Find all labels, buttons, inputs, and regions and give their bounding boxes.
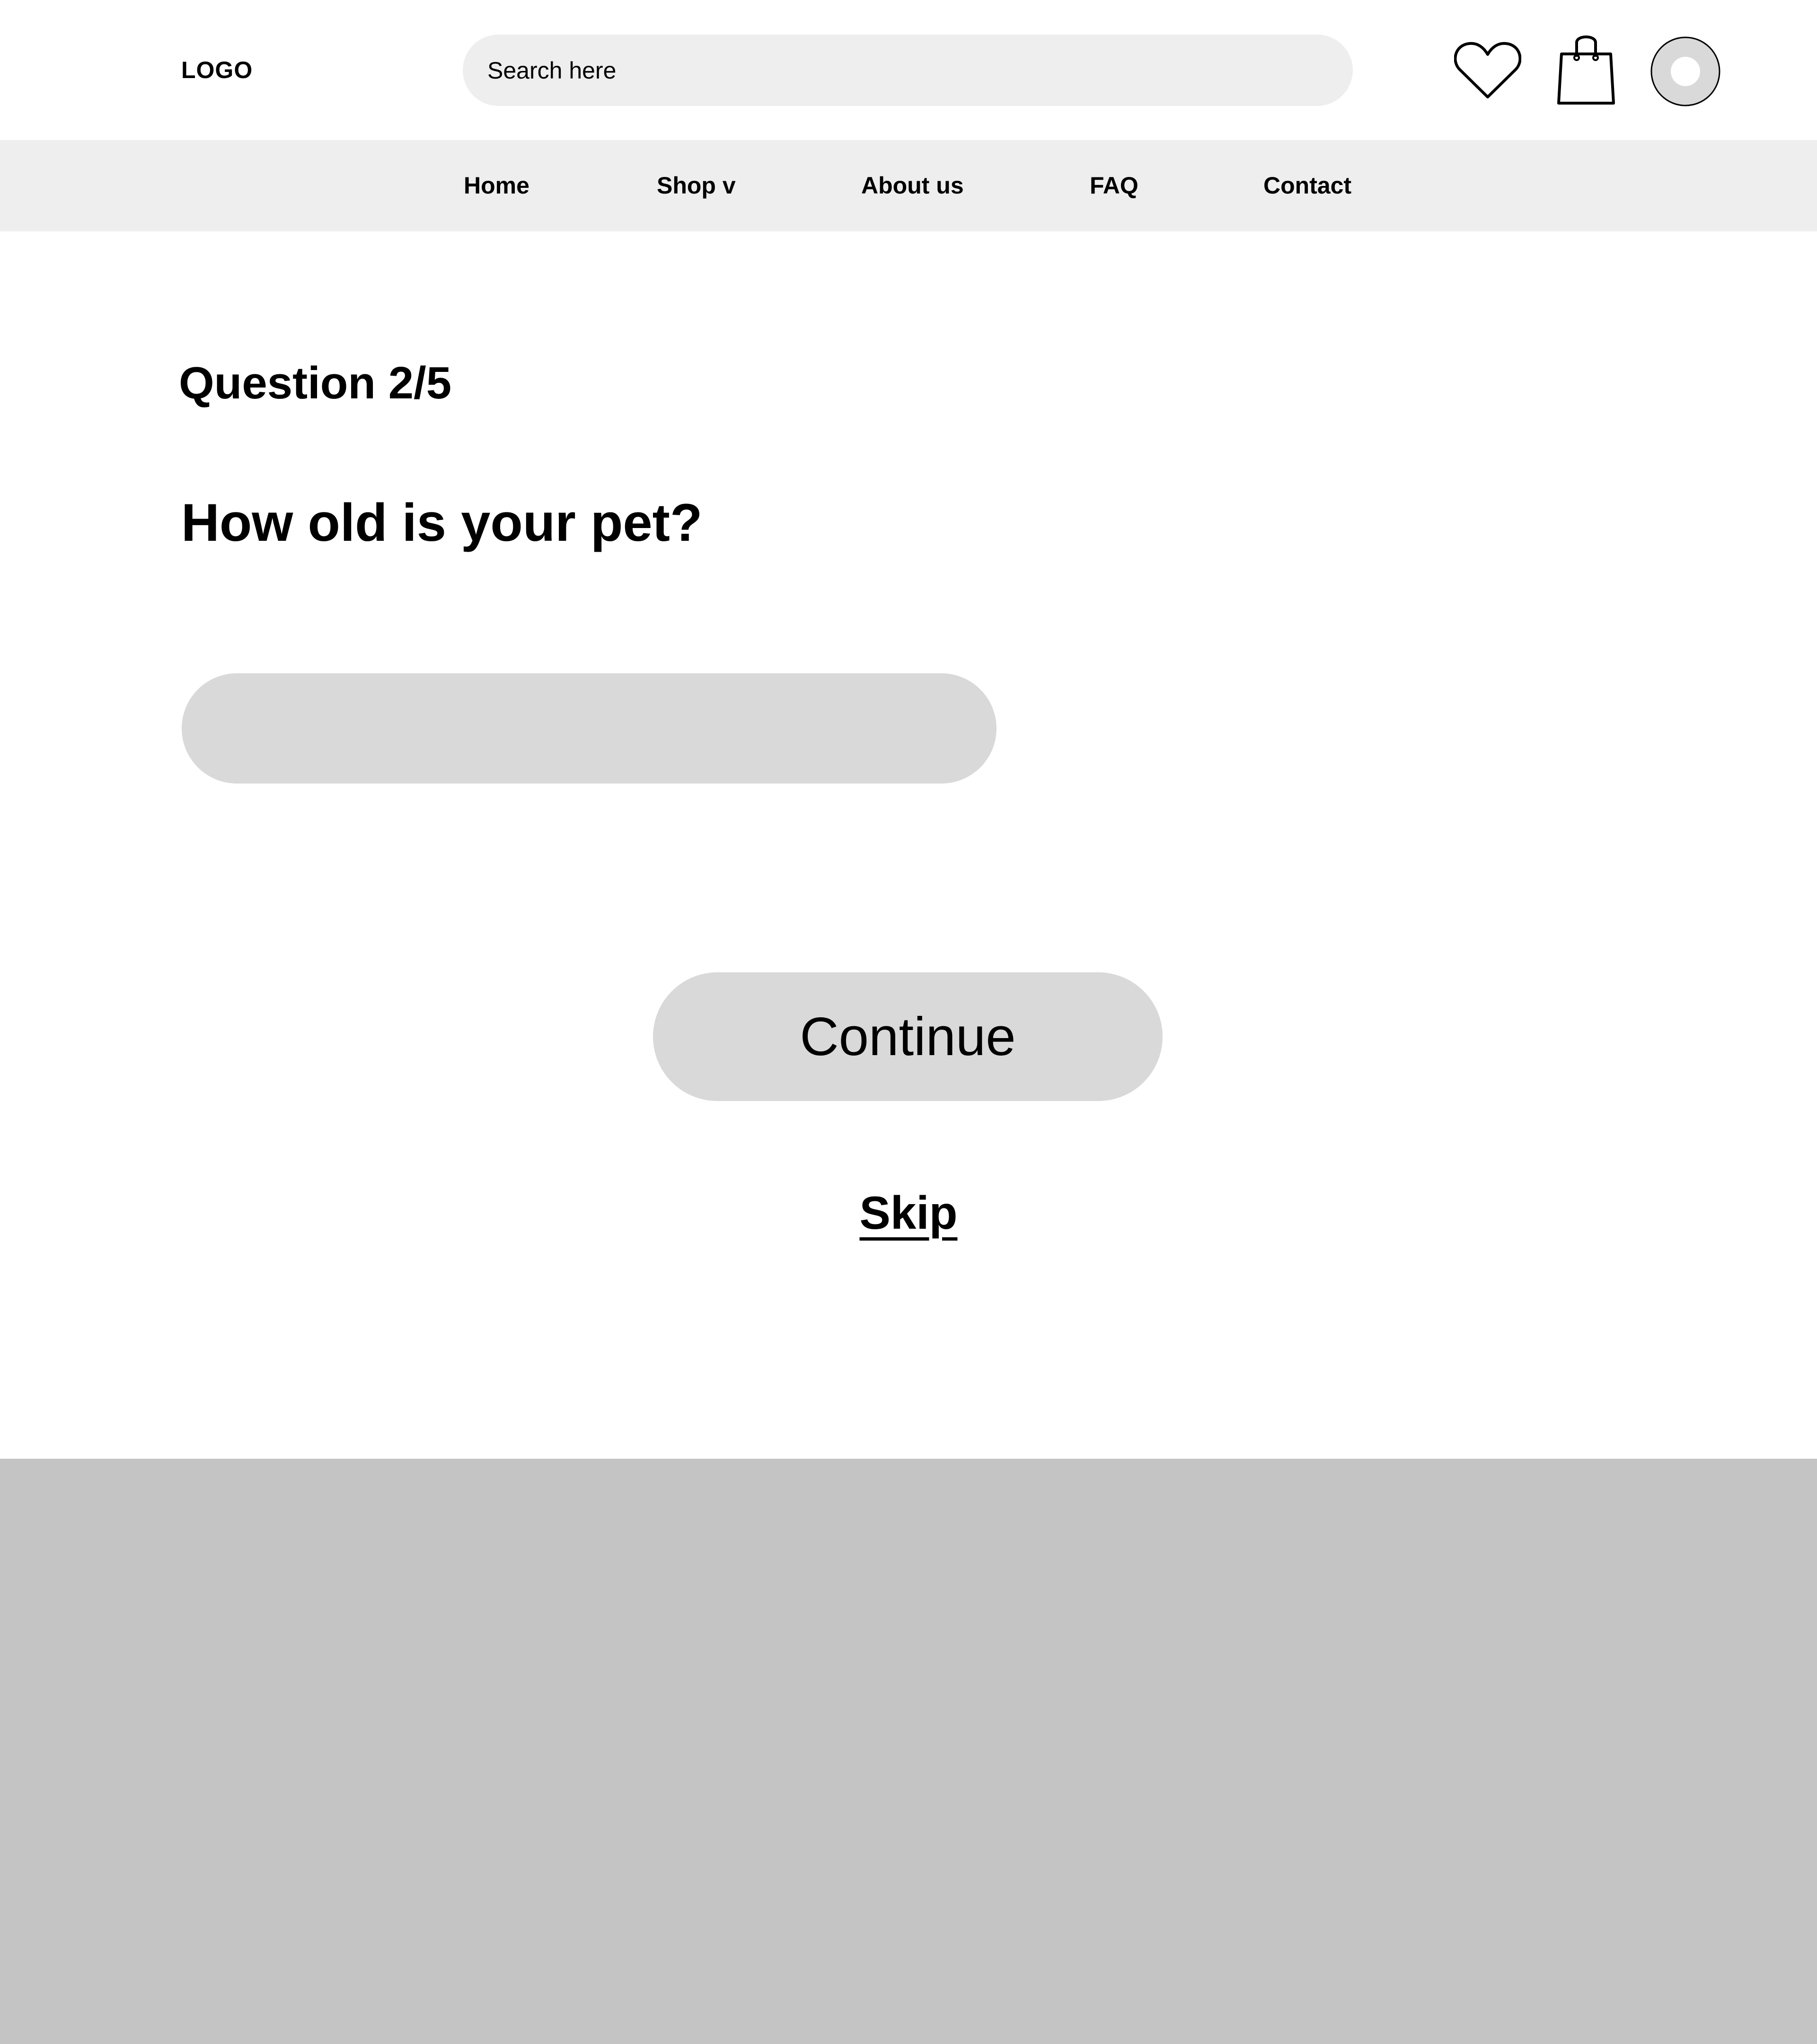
footer (0, 1459, 1817, 2044)
continue-button[interactable]: Continue (653, 972, 1163, 1101)
nav-item-shop[interactable]: Shop v (657, 140, 736, 231)
search-bar[interactable] (463, 34, 1353, 106)
site-header: LOGO (0, 0, 1817, 140)
main-nav: Home Shop v About us FAQ Contact (0, 140, 1817, 231)
nav-item-home[interactable]: Home (464, 140, 529, 231)
nav-item-faq[interactable]: FAQ (1090, 140, 1138, 231)
user-avatar-icon[interactable] (1650, 36, 1721, 107)
nav-item-about-us[interactable]: About us (861, 140, 964, 231)
answer-input[interactable] (182, 673, 997, 784)
skip-link[interactable]: Skip (842, 1182, 975, 1243)
question-progress: Question 2/5 (179, 358, 452, 408)
logo[interactable]: LOGO (181, 53, 253, 87)
heart-icon[interactable] (1454, 40, 1522, 101)
search-input[interactable] (486, 34, 1353, 106)
nav-item-contact[interactable]: Contact (1263, 140, 1351, 231)
page: LOGO Home Shop (0, 0, 1817, 2044)
question-title: How old is your pet? (181, 493, 703, 552)
shopping-bag-icon[interactable] (1556, 33, 1616, 106)
